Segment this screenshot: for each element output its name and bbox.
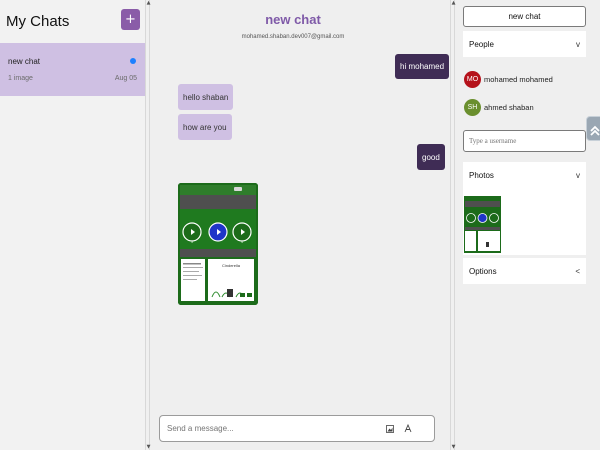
message-input-box — [159, 415, 435, 442]
text-format-icon[interactable] — [403, 423, 413, 434]
image-card-title: Cinderella — [222, 263, 241, 268]
image-icon[interactable] — [385, 423, 395, 434]
message-text: how are you — [183, 122, 227, 132]
chevron-down-icon: v — [576, 39, 580, 49]
person-name: ahmed shaban — [484, 103, 534, 112]
photos-grid — [463, 188, 586, 255]
avatar: MO — [464, 71, 481, 88]
chat-panel: new chat mohamed.shaban.dev007@gmail.com… — [151, 0, 455, 450]
message-text: good — [422, 152, 440, 162]
message-bubble-outgoing: good — [417, 144, 445, 170]
side-panel-toggle[interactable] — [586, 116, 600, 141]
photos-section-header[interactable]: Photos v — [463, 162, 586, 188]
chat-app: My Chats + new chat 1 image Aug 05 ▲ ▼ n… — [0, 0, 600, 450]
person-item[interactable]: MO mohamed mohamed — [464, 71, 553, 88]
image-message[interactable]: Cinderella 3 4 — [178, 183, 258, 305]
people-label: People — [469, 39, 494, 49]
sidebar-scrollbar[interactable]: ▲ ▼ — [145, 0, 150, 450]
message-bubble-incoming: how are you — [178, 114, 232, 140]
unread-indicator — [130, 58, 136, 64]
sidebar-title: My Chats — [6, 12, 70, 30]
message-text: hi mohamed — [400, 62, 445, 71]
chat-email: mohamed.shaban.dev007@gmail.com — [241, 34, 345, 40]
photos-label: Photos — [469, 170, 494, 180]
options-section-header[interactable]: Options < — [463, 258, 586, 284]
double-chevron-icon — [590, 125, 600, 136]
chat-scrollbar[interactable]: ▲ ▼ — [450, 0, 455, 450]
message-bubble-incoming: hello shaban — [178, 84, 234, 110]
chat-item-name: new chat — [8, 57, 41, 66]
message-text: hello shaban — [183, 92, 229, 102]
scroll-down-arrow-icon[interactable]: ▼ — [451, 444, 456, 450]
image-preview: Cinderella 3 4 — [178, 183, 258, 305]
chevron-down-icon: v — [576, 170, 580, 180]
plus-icon: + — [125, 11, 136, 27]
chat-item-date: Aug 05 — [114, 75, 137, 82]
details-panel: new chat People v MO mohamed mohamed SH … — [457, 0, 600, 450]
chat-title: new chat — [265, 12, 321, 27]
options-label: Options — [469, 266, 497, 276]
message-input[interactable] — [167, 424, 367, 433]
people-section-header[interactable]: People v — [463, 31, 586, 57]
message-bubble-outgoing: hi mohamed — [395, 54, 450, 79]
avatar: SH — [464, 99, 481, 116]
username-input[interactable] — [463, 130, 586, 152]
person-name: mohamed mohamed — [484, 75, 553, 84]
chats-sidebar: My Chats + new chat 1 image Aug 05 — [0, 0, 145, 450]
new-chat-button[interactable]: new chat — [463, 6, 586, 27]
chevron-left-icon: < — [575, 266, 580, 276]
sidebar-header: My Chats + — [0, 0, 145, 42]
photo-thumbnail[interactable] — [464, 196, 501, 253]
person-item[interactable]: SH ahmed shaban — [464, 99, 534, 116]
scroll-up-arrow-icon[interactable]: ▲ — [451, 0, 456, 6]
chat-item-subtitle: 1 image — [8, 75, 33, 82]
chat-list-item[interactable]: new chat 1 image Aug 05 — [0, 43, 145, 96]
add-chat-button[interactable]: + — [121, 8, 140, 30]
